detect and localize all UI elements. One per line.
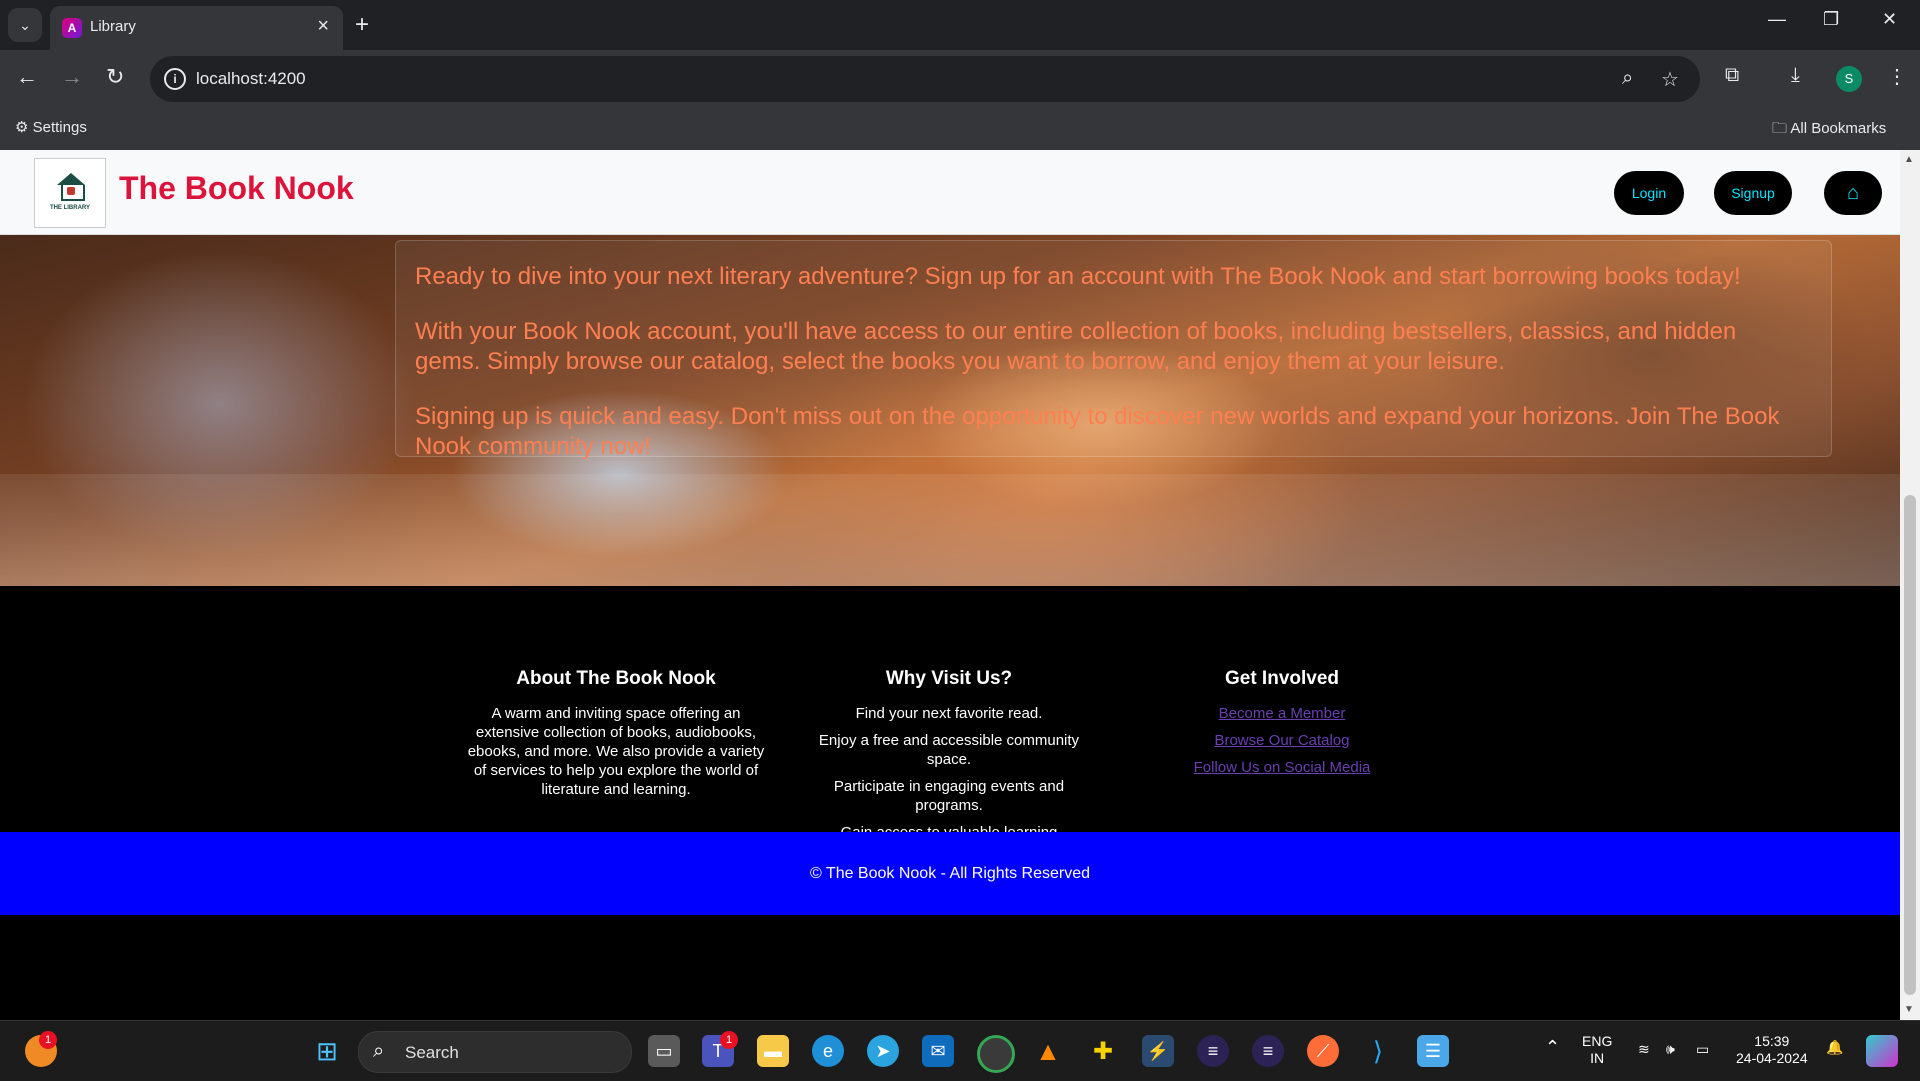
search-icon: ⌕ [373, 1040, 385, 1062]
windows-taskbar: 1 ⊞ ⌕ Search ▭ T 1 ▬ e ➤ ✉ ▲ ✚ ⚡ ≡ ≡ ⟋ ⟩… [0, 1020, 1920, 1081]
folder-icon: 🗀 [1772, 120, 1788, 137]
language-indicator[interactable]: ENG IN [1582, 1033, 1612, 1067]
library-logo[interactable]: THE LIBRARY [34, 158, 106, 228]
close-window-button[interactable]: ✕ [1882, 9, 1897, 30]
file-explorer-icon[interactable]: ▬ [757, 1035, 789, 1067]
back-button[interactable]: ← [16, 64, 38, 90]
zoom-icon[interactable]: ⌕ [1622, 67, 1633, 90]
footer-why-item: Find your next favorite read. [855, 705, 1043, 722]
task-view-icon[interactable]: ▭ [648, 1035, 680, 1067]
taskbar-search-label: Search [405, 1043, 459, 1062]
logo-door-icon [67, 187, 75, 195]
telegram-icon[interactable]: ➤ [867, 1035, 899, 1067]
mail-icon[interactable]: ✉ [922, 1035, 954, 1067]
signup-button[interactable]: Signup [1714, 171, 1792, 215]
wifi-icon[interactable]: ≋ [1638, 1041, 1650, 1058]
hero-paragraph-2: With your Book Nook account, you'll have… [415, 318, 1737, 375]
chevron-down-icon: ⌄ [19, 16, 31, 33]
angular-favicon-icon: A [62, 18, 82, 38]
home-icon: ⌂ [1846, 181, 1860, 204]
footer-about: About The Book Nook A warm and inviting … [466, 668, 766, 807]
bookmarks-bar: ⚙ Settings 🗀 All Bookmarks [0, 108, 1920, 151]
browser-chrome: ⌄ A Library × + — ❐ ✕ ← → ↻ i localhost:… [0, 0, 1920, 151]
clock[interactable]: 15:39 24-04-2024 [1736, 1033, 1808, 1067]
restore-button[interactable]: ❐ [1823, 9, 1839, 30]
site-info-icon[interactable]: i [164, 68, 186, 90]
eclipse-icon-2[interactable]: ≡ [1252, 1035, 1284, 1067]
all-bookmarks-label: All Bookmarks [1790, 120, 1887, 137]
logo-roof-icon [57, 173, 85, 185]
url-text: localhost:4200 [196, 69, 306, 88]
notepad-icon[interactable]: ☰ [1417, 1035, 1449, 1067]
edge-icon[interactable]: e [812, 1035, 844, 1067]
page-scrollbar[interactable]: ▲ ▼ [1900, 150, 1920, 1020]
clock-time: 15:39 [1754, 1033, 1790, 1049]
paint-icon[interactable]: ✚ [1087, 1035, 1119, 1067]
settings-bookmark[interactable]: ⚙ Settings [15, 118, 87, 136]
gear-icon: ⚙ [15, 119, 29, 136]
battery-icon[interactable]: ▭ [1696, 1041, 1709, 1058]
teams-badge: 1 [720, 1031, 738, 1049]
copyright-bar: © The Book Nook - All Rights Reserved [0, 832, 1900, 915]
address-bar[interactable]: i localhost:4200 ⌕ ☆ [150, 56, 1700, 102]
site-header: THE LIBRARY The Book Nook Login Signup ⌂ [0, 150, 1900, 235]
scroll-down-arrow-icon[interactable]: ▼ [1904, 1004, 1914, 1015]
footer-about-text: A warm and inviting space offering an ex… [467, 705, 765, 798]
tab-search-button[interactable]: ⌄ [8, 8, 42, 42]
language-primary: ENG [1582, 1033, 1613, 1049]
hero-paragraph-1: Ready to dive into your next literary ad… [415, 263, 1741, 290]
browser-toolbar: ← → ↻ i localhost:4200 ⌕ ☆ ⧉ ⤓ S ⋮ [0, 50, 1920, 108]
volume-icon[interactable]: 🕪 [1666, 1041, 1675, 1058]
hero-paragraph-3: Signing up is quick and easy. Don't miss… [415, 403, 1780, 460]
site-footer: About The Book Nook A warm and inviting … [0, 586, 1900, 980]
footer-why-item: Participate in engaging events and progr… [833, 778, 1065, 814]
postman-icon[interactable]: ⟋ [1307, 1035, 1339, 1067]
home-button[interactable]: ⌂ [1824, 171, 1882, 215]
tab-close-icon[interactable]: × [317, 15, 329, 38]
footer-involved: Get Involved Become a Member Browse Our … [1132, 668, 1432, 785]
tray-overflow-chevron-icon[interactable]: ⌃ [1545, 1038, 1560, 1056]
extensions-icon[interactable]: ⧉ [1725, 64, 1739, 87]
language-region: IN [1590, 1050, 1605, 1066]
site-title: The Book Nook [119, 170, 354, 206]
become-member-link[interactable]: Become a Member [1132, 704, 1432, 723]
weather-badge: 1 [39, 1031, 57, 1049]
profile-avatar[interactable]: S [1836, 66, 1862, 92]
tab-title: Library [90, 18, 136, 35]
downloads-icon[interactable]: ⤓ [1791, 64, 1800, 87]
chrome-icon[interactable] [977, 1035, 1015, 1073]
vscode-icon[interactable]: ⟩ [1362, 1035, 1394, 1067]
copilot-icon[interactable] [1866, 1035, 1898, 1067]
browser-tab[interactable]: A Library × [50, 6, 343, 50]
minimize-button[interactable]: — [1768, 9, 1786, 30]
scroll-thumb[interactable] [1904, 495, 1916, 995]
tab-strip: ⌄ A Library × + — ❐ ✕ [0, 0, 1920, 50]
reload-button[interactable]: ↻ [106, 64, 124, 90]
settings-bookmark-label: Settings [32, 119, 87, 136]
clock-date: 24-04-2024 [1736, 1050, 1808, 1066]
new-tab-button[interactable]: + [355, 11, 369, 39]
hero-background-image [0, 474, 1900, 586]
sql-tool-icon[interactable]: ⚡ [1142, 1035, 1174, 1067]
footer-why-title: Why Visit Us? [885, 668, 1013, 689]
footer-why-item: Enjoy a free and accessible community sp… [818, 732, 1080, 768]
social-media-link[interactable]: Follow Us on Social Media [1132, 758, 1432, 777]
logo-text: THE LIBRARY [49, 205, 91, 211]
notification-bell-icon[interactable]: 🔔 [1826, 1039, 1843, 1056]
start-windows-icon[interactable]: ⊞ [311, 1035, 343, 1067]
menu-kebab-icon[interactable]: ⋮ [1887, 64, 1907, 89]
browse-catalog-link[interactable]: Browse Our Catalog [1132, 731, 1432, 750]
eclipse-icon-1[interactable]: ≡ [1197, 1035, 1229, 1067]
taskbar-search[interactable]: ⌕ Search [358, 1031, 632, 1073]
forward-button[interactable]: → [61, 64, 83, 90]
scroll-up-arrow-icon[interactable]: ▲ [1904, 154, 1914, 165]
all-bookmarks[interactable]: 🗀 All Bookmarks [1772, 118, 1886, 143]
page-viewport: THE LIBRARY The Book Nook Login Signup ⌂… [0, 150, 1900, 1020]
login-button[interactable]: Login [1614, 171, 1684, 215]
footer-involved-title: Get Involved [1224, 668, 1340, 689]
vlc-icon[interactable]: ▲ [1032, 1035, 1064, 1067]
footer-about-title: About The Book Nook [516, 668, 716, 689]
hero-section: Ready to dive into your next literary ad… [0, 234, 1900, 586]
bookmark-star-icon[interactable]: ☆ [1661, 67, 1679, 92]
